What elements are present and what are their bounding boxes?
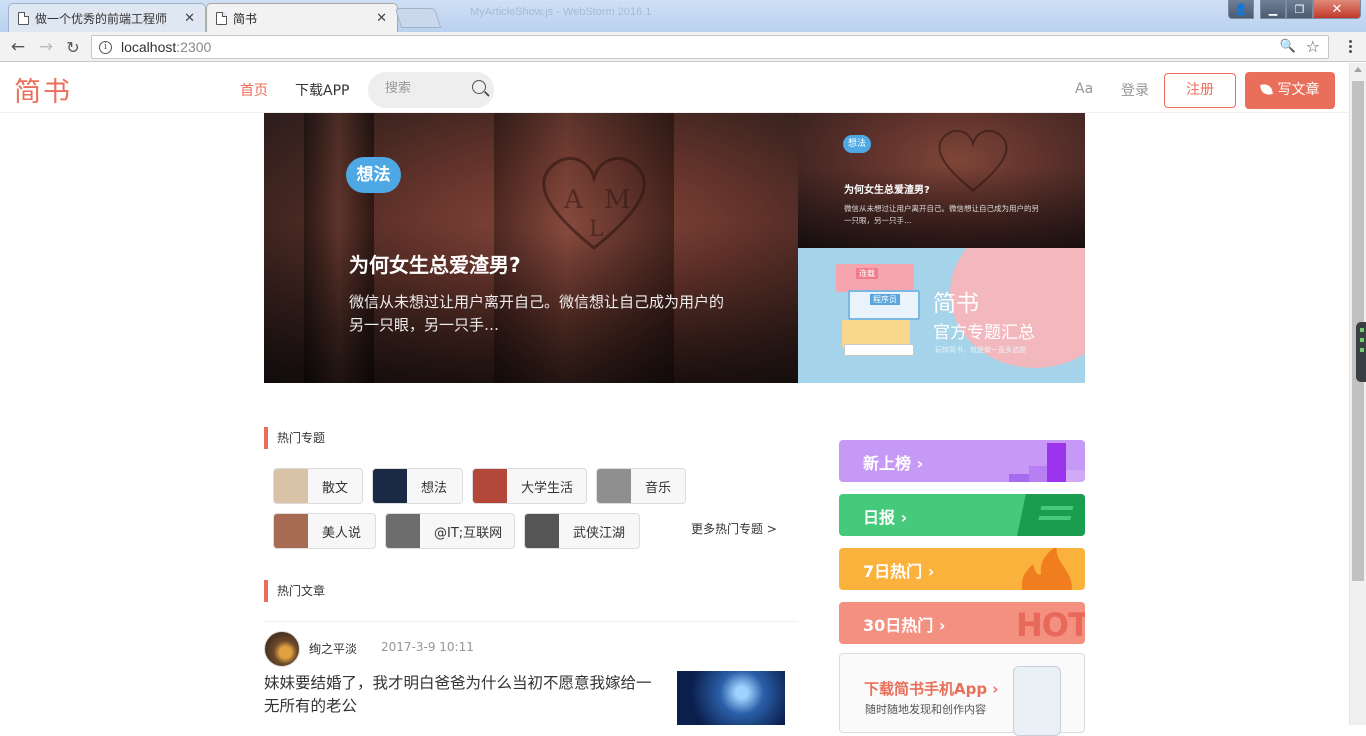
- banner-small-title[interactable]: 为何女生总爱渣男?: [844, 181, 930, 196]
- board-label: 新上榜 ›: [863, 454, 924, 473]
- minimize-button[interactable]: ▁: [1260, 0, 1286, 19]
- flame-icon: [1022, 548, 1072, 590]
- forward-arrow-icon[interactable]: →: [35, 36, 57, 58]
- topic-item[interactable]: 散文: [273, 468, 363, 504]
- topic-card-illustration: [844, 344, 914, 356]
- board-7-day-hot[interactable]: 7日热门 ›: [839, 548, 1085, 590]
- banner-small-tag[interactable]: 想法: [843, 135, 871, 153]
- banner-small-slide[interactable]: 想法 为何女生总爱渣男? 微信从未想过让用户离开自己。微信想让自己成为用户的另一…: [798, 113, 1085, 248]
- board-daily[interactable]: 日报 ›: [839, 494, 1085, 536]
- search-icon[interactable]: [472, 80, 486, 94]
- topic-item[interactable]: 美人说: [273, 513, 376, 549]
- reload-icon[interactable]: ↻: [62, 36, 84, 58]
- register-button[interactable]: 注册: [1164, 73, 1236, 108]
- board-label: 7日热门 ›: [863, 562, 935, 581]
- side-widget-handle[interactable]: [1356, 322, 1366, 382]
- topic-thumbnail: [473, 469, 507, 503]
- info-icon[interactable]: i: [99, 41, 112, 54]
- bar-chart-icon: [1009, 443, 1085, 482]
- banner-main-slide[interactable]: A M L 想法 为何女生总爱渣男? 微信从未想过让用户离开自己。微信想让自己成…: [264, 113, 798, 383]
- svg-text:M: M: [604, 185, 631, 215]
- topic-thumbnail: [525, 514, 559, 548]
- search-input[interactable]: [385, 81, 465, 96]
- official-topics-banner[interactable]: 连载 程序员 简书 官方专题汇总 玩转简书，就是做一直多选题: [798, 248, 1085, 383]
- topic-item[interactable]: 武侠江湖: [524, 513, 640, 549]
- board-label: 日报 ›: [863, 508, 908, 527]
- page-icon: [18, 12, 29, 25]
- browser-tab-1[interactable]: 做一个优秀的前端工程师 ✕: [8, 3, 206, 32]
- browser-tab-strip: MyArticleShow.js - WebStorm 2016.1 做一个优秀…: [0, 0, 1366, 32]
- topic-thumbnail: [274, 514, 308, 548]
- site-logo[interactable]: 简书: [14, 70, 72, 109]
- topic-thumbnail: [373, 469, 407, 503]
- download-app-subtitle: 随时随地发现和创作内容: [865, 703, 986, 716]
- close-tab-icon[interactable]: ✕: [376, 10, 387, 26]
- banner-description: 微信从未想过让用户离开自己。微信想让自己成为用户的另一只眼，另一只手…: [349, 293, 725, 334]
- topic-item[interactable]: @IT;互联网: [385, 513, 515, 549]
- close-window-button[interactable]: ✕: [1313, 0, 1361, 19]
- banner-category-tag[interactable]: 想法: [346, 157, 401, 193]
- user-icon[interactable]: 👤: [1228, 0, 1254, 19]
- topic-card-illustration: 连载: [836, 264, 914, 292]
- avatar[interactable]: [264, 631, 300, 667]
- topic-item[interactable]: 想法: [372, 468, 463, 504]
- topic-thumbnail: [597, 469, 631, 503]
- back-arrow-icon[interactable]: ←: [7, 36, 29, 58]
- browser-tab-title: 简书: [233, 11, 258, 26]
- article-author[interactable]: 绚之平淡: [309, 640, 357, 657]
- close-tab-icon[interactable]: ✕: [184, 10, 195, 26]
- topic-thumbnail: [386, 514, 420, 548]
- nav-download-app-link[interactable]: 下载APP: [295, 80, 349, 100]
- newspaper-icon: [1015, 494, 1085, 536]
- download-app-card[interactable]: 下载简书手机App › 随时随地发现和创作内容: [839, 653, 1085, 736]
- font-settings-button[interactable]: Aa: [1075, 81, 1093, 97]
- section-divider: [264, 621, 798, 622]
- page-scrollbar[interactable]: [1349, 63, 1366, 725]
- bookmark-star-icon[interactable]: ☆: [1306, 37, 1320, 56]
- search-box: [368, 72, 494, 108]
- page-icon: [216, 12, 227, 25]
- write-article-button[interactable]: 写文章: [1245, 72, 1335, 109]
- browser-toolbar: ← → ↻ i localhost:2300 🔍 ☆: [0, 32, 1366, 62]
- scroll-up-arrow-icon[interactable]: [1354, 67, 1362, 72]
- hot-topics-heading: 热门专题: [264, 427, 325, 449]
- article-time: 2017-3-9 10:11: [381, 640, 474, 654]
- article-thumbnail[interactable]: [677, 671, 785, 725]
- board-label: 30日热门 ›: [863, 616, 946, 635]
- topic-item[interactable]: 大学生活: [472, 468, 587, 504]
- topic-card-illustration: 程序员: [848, 290, 920, 320]
- article-title[interactable]: 妹妹要结婚了，我才明白爸爸为什么当初不愿意我嫁给一无所有的老公: [264, 672, 654, 718]
- board-new-list[interactable]: 新上榜 ›: [839, 440, 1085, 482]
- write-article-label: 写文章: [1277, 82, 1320, 98]
- board-30-day-hot[interactable]: 30日热门 › HOT: [839, 602, 1085, 644]
- url-text[interactable]: localhost:2300: [121, 39, 211, 55]
- maximize-button[interactable]: ❐: [1286, 0, 1313, 19]
- browser-tab-2[interactable]: 简书 ✕: [206, 3, 398, 32]
- more-topics-link[interactable]: 更多热门专题 >: [691, 520, 777, 537]
- browser-tab-title: 做一个优秀的前端工程师: [35, 11, 168, 26]
- login-link[interactable]: 登录: [1121, 80, 1149, 100]
- official-banner-caption: 玩转简书，就是做一直多选题: [935, 346, 1026, 354]
- browser-menu-icon[interactable]: [1342, 40, 1358, 56]
- download-app-title: 下载简书手机App ›: [864, 680, 999, 698]
- hot-articles-heading: 热门文章: [264, 580, 325, 602]
- feather-pen-icon: [1259, 83, 1273, 96]
- background-window-title: MyArticleShow.js - WebStorm 2016.1: [470, 6, 652, 18]
- official-banner-subtitle: 官方专题汇总: [933, 323, 1035, 343]
- new-tab-button[interactable]: [394, 8, 442, 28]
- banner-small-description: 微信从未想过让用户离开自己。微信想让自己成为用户的另一只眼，另一只手…: [844, 204, 1039, 225]
- topic-thumbnail: [274, 469, 308, 503]
- topic-item[interactable]: 音乐: [596, 468, 686, 504]
- nav-home-link[interactable]: 首页: [240, 80, 268, 100]
- svg-text:A: A: [563, 185, 584, 215]
- phone-icon: [1013, 666, 1061, 736]
- address-bar[interactable]: i localhost:2300 🔍 ☆: [91, 35, 1329, 59]
- site-header: 简书 首页 下载APP Aa 登录 注册 写文章: [0, 63, 1349, 113]
- official-banner-title: 简书: [933, 291, 979, 317]
- hot-label-decoration: HOT: [1016, 606, 1085, 644]
- zoom-icon[interactable]: 🔍: [1280, 39, 1296, 54]
- banner-title[interactable]: 为何女生总爱渣男?: [349, 249, 521, 278]
